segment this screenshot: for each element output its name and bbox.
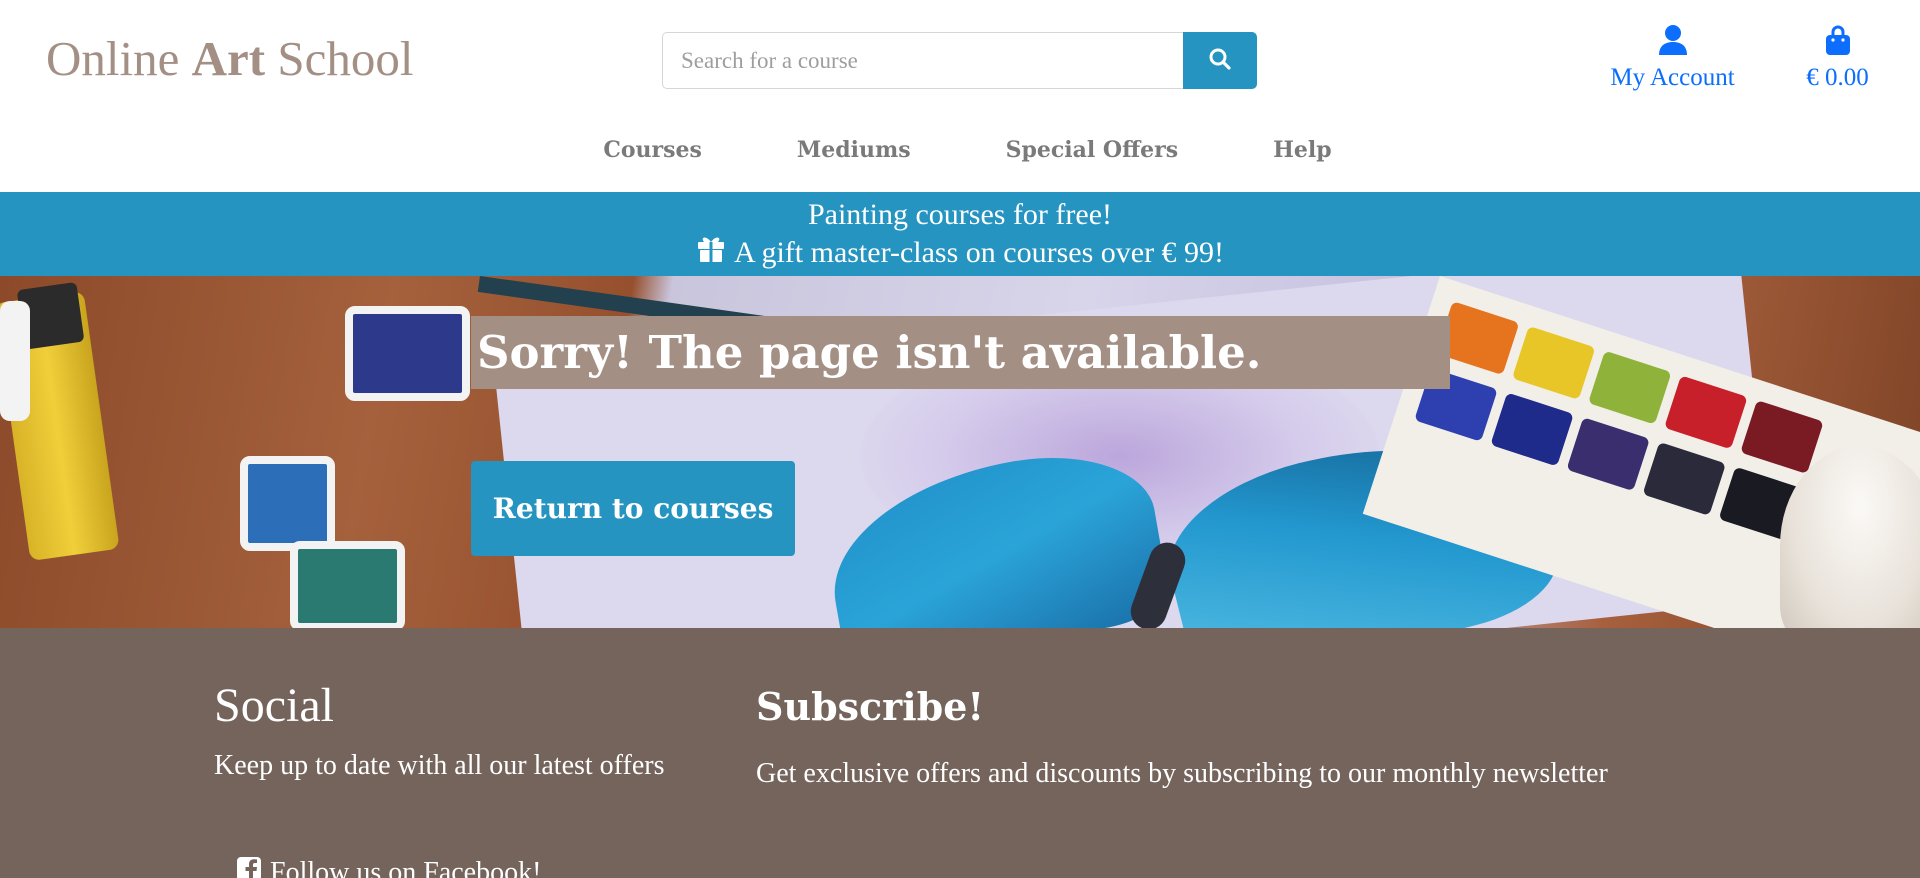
promo-banner: Painting courses for free! A gift master… xyxy=(0,192,1920,276)
facebook-link[interactable]: Follow us on Facebook! xyxy=(236,856,541,878)
site-logo[interactable]: Online Art School xyxy=(46,30,413,87)
nav-item-special-offers[interactable]: Special Offers xyxy=(1006,128,1179,172)
search-icon xyxy=(1208,47,1232,74)
promo-line-2: A gift master-class on courses over € 99… xyxy=(733,235,1225,269)
social-heading: Social xyxy=(214,679,334,732)
cart-link[interactable]: € 0.00 xyxy=(1790,24,1885,92)
my-account-link[interactable]: My Account xyxy=(1600,24,1745,92)
nav-item-courses[interactable]: Courses xyxy=(603,128,702,172)
site-header: Online Art School My Account xyxy=(0,0,1920,192)
logo-suffix: School xyxy=(265,31,414,86)
my-account-label: My Account xyxy=(1610,64,1735,91)
nav-item-mediums[interactable]: Mediums xyxy=(797,128,911,172)
error-title: Sorry! The page isn't available. xyxy=(471,316,1450,389)
social-text: Keep up to date with all our latest offe… xyxy=(214,750,665,781)
user-icon xyxy=(1658,24,1688,60)
promo-line-1: Painting courses for free! xyxy=(807,198,1113,231)
cart-total: € 0.00 xyxy=(1806,64,1869,91)
main-nav: Courses Mediums Special Offers Help xyxy=(0,128,1920,172)
logo-bold: Art xyxy=(191,31,266,86)
subscribe-text: Get exclusive offers and discounts by su… xyxy=(756,758,1608,789)
return-to-courses-button[interactable]: Return to courses xyxy=(471,461,795,556)
facebook-icon xyxy=(236,856,262,878)
shopping-bag-icon xyxy=(1824,24,1852,60)
site-footer: Social Keep up to date with all our late… xyxy=(0,628,1920,878)
search-input[interactable] xyxy=(662,32,1184,89)
gift-icon xyxy=(696,233,726,272)
subscribe-heading: Subscribe! xyxy=(756,684,985,729)
logo-prefix: Online xyxy=(46,31,192,86)
search-form xyxy=(662,32,1257,89)
nav-item-help[interactable]: Help xyxy=(1273,128,1332,172)
search-button[interactable] xyxy=(1183,32,1257,89)
facebook-label: Follow us on Facebook! xyxy=(270,857,542,878)
promo-line-2-row: A gift master-class on courses over € 99… xyxy=(0,233,1920,272)
